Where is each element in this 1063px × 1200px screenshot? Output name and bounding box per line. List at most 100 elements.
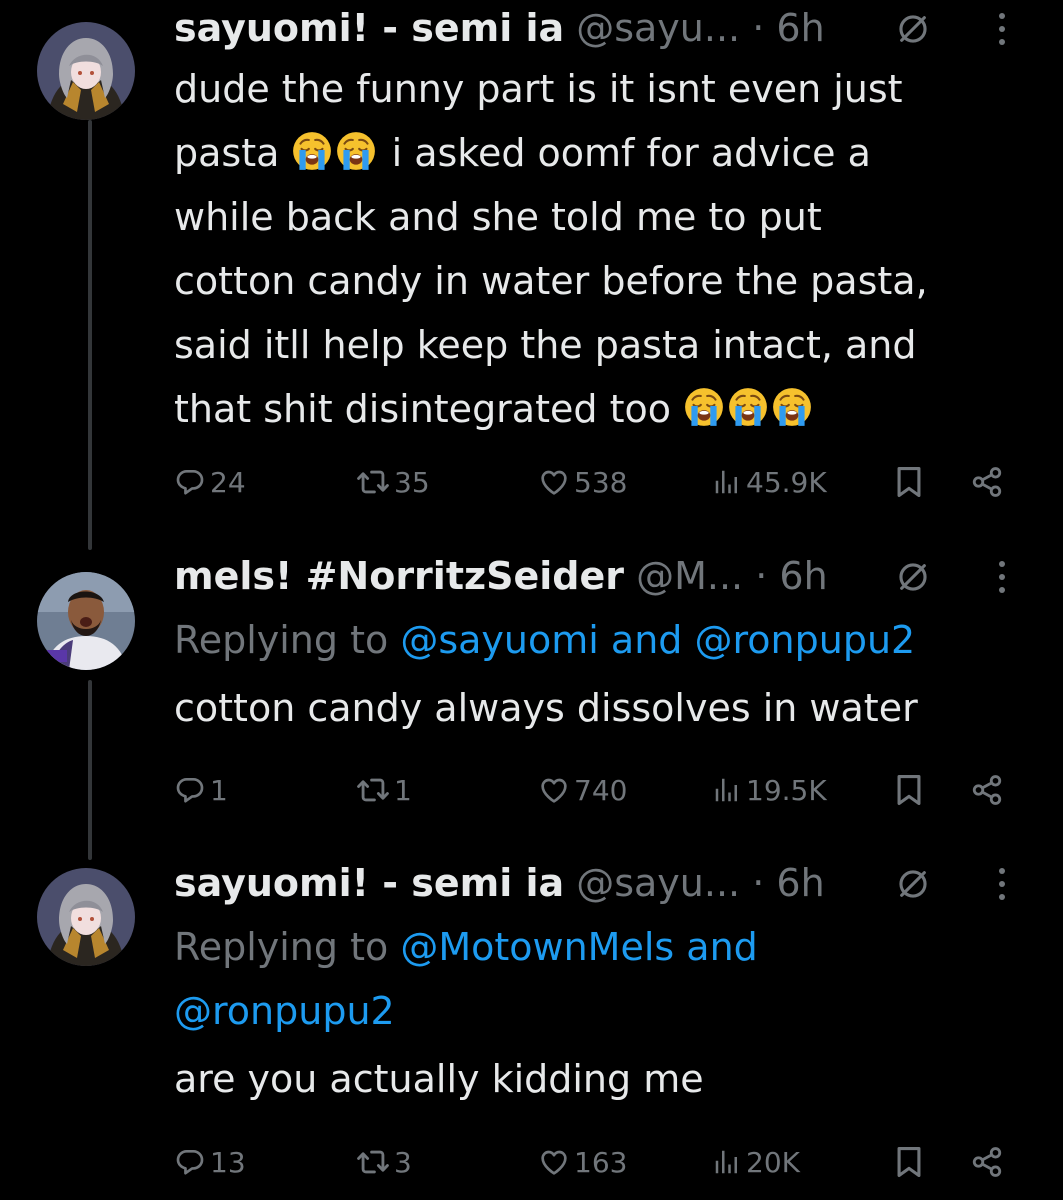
- reply-icon: [174, 466, 206, 498]
- grok-icon[interactable]: [896, 867, 930, 901]
- repost-count: 3: [394, 1145, 412, 1179]
- timestamp[interactable]: 6h: [779, 554, 827, 598]
- separator-dot: ·: [752, 6, 765, 50]
- replying-to: Replying to @MotownMels and @ronpupu2: [174, 915, 1044, 1043]
- tweet-text: cotton candy always dissolves in water: [174, 686, 918, 730]
- user-handle[interactable]: @sayu...: [576, 861, 740, 905]
- heart-icon: [538, 774, 570, 806]
- replying-to-and: and: [610, 618, 683, 662]
- crying-face-emoji: [291, 130, 333, 172]
- repost-count: 35: [394, 465, 430, 499]
- more-icon[interactable]: [996, 11, 1008, 47]
- view-count: 45.9K: [746, 465, 827, 499]
- like-count: 538: [574, 465, 628, 499]
- heart-icon: [538, 1146, 570, 1178]
- views-button[interactable]: 20K: [712, 1137, 800, 1187]
- replying-to-label: Replying to: [174, 618, 389, 662]
- text-line: cotton candy in water before the pasta,: [174, 259, 928, 303]
- share-icon: [970, 773, 1004, 807]
- replying-to-line: @ronpupu2: [174, 979, 1044, 1043]
- text-fragment: pasta: [174, 131, 280, 175]
- display-name[interactable]: sayuomi! - semi ia: [174, 861, 564, 905]
- crying-face-emoji: [727, 386, 769, 428]
- replying-to-label: Replying to: [174, 925, 389, 969]
- repost-button[interactable]: 3: [356, 1137, 412, 1187]
- bookmark-button[interactable]: [892, 765, 926, 815]
- bookmark-button[interactable]: [892, 457, 926, 507]
- text-fragment: that shit disintegrated too: [174, 387, 671, 431]
- avatar[interactable]: [37, 868, 135, 966]
- tweet-header: mels! #NorritzSeider @M... · 6h: [174, 548, 1044, 604]
- user-handle[interactable]: @sayu...: [576, 6, 740, 50]
- share-button[interactable]: [970, 765, 1004, 815]
- tweet[interactable]: sayuomi! - semi ia @sayu... · 6h dude th…: [174, 0, 1044, 441]
- text-line: said itll help keep the pasta intact, an…: [174, 323, 917, 367]
- reply-button[interactable]: 24: [174, 457, 246, 507]
- mention-link[interactable]: @sayuomi: [400, 618, 598, 662]
- tweet-header: sayuomi! - semi ia @sayu... · 6h: [174, 0, 1044, 56]
- grok-icon[interactable]: [896, 12, 930, 46]
- tweet-text: are you actually kidding me: [174, 1057, 704, 1101]
- crying-face-emoji: [771, 386, 813, 428]
- thread-line: [88, 120, 92, 550]
- more-icon[interactable]: [996, 866, 1008, 902]
- tweet[interactable]: sayuomi! - semi ia @sayu... · 6h Replyin…: [174, 855, 1044, 1111]
- like-count: 740: [574, 773, 628, 807]
- text-line: pasta i asked oomf for advice a: [174, 121, 1044, 185]
- text-line: that shit disintegrated too: [174, 377, 1044, 441]
- replying-to-line: Replying to @MotownMels and: [174, 915, 1044, 979]
- share-button[interactable]: [970, 457, 1004, 507]
- views-icon: [712, 1147, 742, 1177]
- avatar[interactable]: [37, 572, 135, 670]
- repost-icon: [356, 465, 390, 499]
- user-handle[interactable]: @M...: [636, 554, 743, 598]
- views-icon: [712, 467, 742, 497]
- like-button[interactable]: 740: [538, 765, 627, 815]
- heart-icon: [538, 466, 570, 498]
- bookmark-button[interactable]: [892, 1137, 926, 1187]
- share-icon: [970, 465, 1004, 499]
- bookmark-icon: [892, 773, 926, 807]
- avatar[interactable]: [37, 22, 135, 120]
- tweet-header: sayuomi! - semi ia @sayu... · 6h: [174, 855, 1044, 911]
- repost-button[interactable]: 1: [356, 765, 412, 815]
- more-icon[interactable]: [996, 559, 1008, 595]
- replying-to-and: and: [686, 925, 758, 969]
- bookmark-icon: [892, 465, 926, 499]
- like-button[interactable]: 163: [538, 1137, 627, 1187]
- mention-link[interactable]: @ronpupu2: [174, 989, 395, 1033]
- like-count: 163: [574, 1145, 628, 1179]
- tweet-text: dude the funny part is it isnt even just…: [174, 57, 1044, 441]
- crying-face-emoji: [683, 386, 725, 428]
- mention-link[interactable]: @ronpupu2: [695, 618, 916, 662]
- display-name[interactable]: sayuomi! - semi ia: [174, 6, 564, 50]
- reply-button[interactable]: 13: [174, 1137, 246, 1187]
- thread-line: [88, 680, 92, 860]
- views-button[interactable]: 45.9K: [712, 457, 827, 507]
- action-bar: 24 35 538 45.9K: [174, 457, 1034, 507]
- crying-face-emoji: [335, 130, 377, 172]
- reply-icon: [174, 774, 206, 806]
- reply-button[interactable]: 1: [174, 765, 228, 815]
- like-button[interactable]: 538: [538, 457, 627, 507]
- share-icon: [970, 1145, 1004, 1179]
- timestamp[interactable]: 6h: [776, 6, 824, 50]
- reply-count: 1: [210, 773, 228, 807]
- repost-button[interactable]: 35: [356, 457, 430, 507]
- grok-icon[interactable]: [896, 560, 930, 594]
- tweet[interactable]: mels! #NorritzSeider @M... · 6h Replying…: [174, 548, 1044, 740]
- separator-dot: ·: [755, 554, 768, 598]
- repost-icon: [356, 1145, 390, 1179]
- action-bar: 13 3 163 20K: [174, 1137, 1034, 1187]
- timestamp[interactable]: 6h: [776, 861, 824, 905]
- mention-link[interactable]: @MotownMels: [400, 925, 674, 969]
- reply-count: 24: [210, 465, 246, 499]
- share-button[interactable]: [970, 1137, 1004, 1187]
- display-name[interactable]: mels! #NorritzSeider: [174, 554, 624, 598]
- text-fragment: i asked oomf for advice a: [391, 131, 871, 175]
- bookmark-icon: [892, 1145, 926, 1179]
- repost-count: 1: [394, 773, 412, 807]
- views-button[interactable]: 19.5K: [712, 765, 827, 815]
- view-count: 19.5K: [746, 773, 827, 807]
- views-icon: [712, 775, 742, 805]
